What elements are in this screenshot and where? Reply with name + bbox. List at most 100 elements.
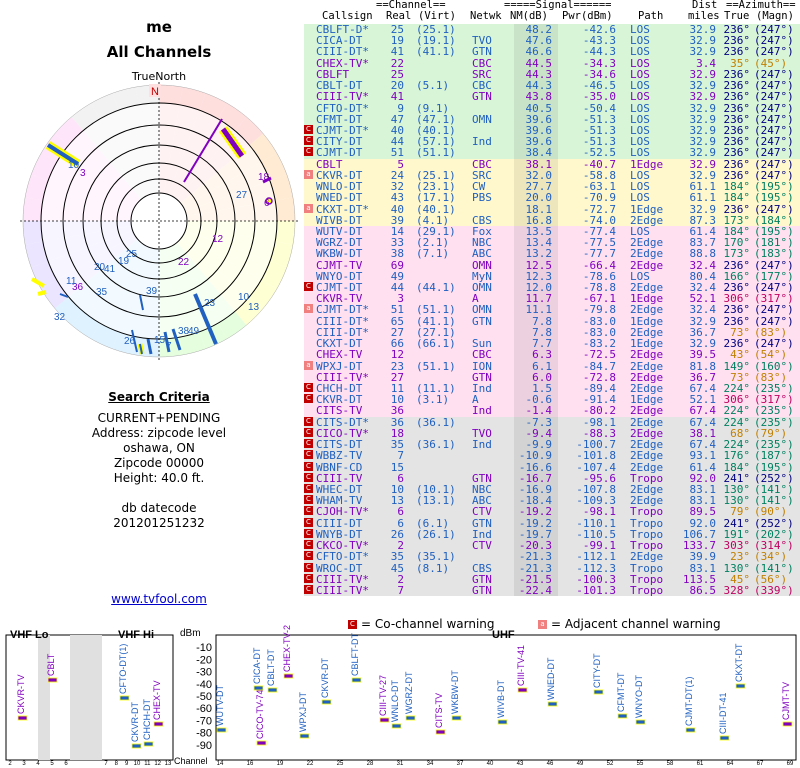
table-row[interactable]: C WHAM-TV 13 (13.1) ABC -18.4 -109.3 2Edge 83.1 1… <box>304 495 800 506</box>
station-label: 18 <box>258 172 270 183</box>
spectrum-marker <box>119 695 130 701</box>
y-tick-label: -90 <box>196 740 212 752</box>
cell-pwr: -52.5 <box>582 146 616 160</box>
north-marker: N <box>151 86 159 98</box>
cell-az: 176° <box>723 449 751 463</box>
cell-path: LOS <box>630 90 650 104</box>
cell-pwr: -44.3 <box>582 45 616 59</box>
cell-net: Ind <box>472 135 492 149</box>
cell-dist: 88.8 <box>689 247 717 261</box>
cell-net: CTV <box>472 505 492 519</box>
col-real: Real <box>386 10 412 22</box>
table-row[interactable]: C CIII-TV* 7 GTN -22.4 -101.3 Tropo 86.5 328° (33… <box>304 585 800 596</box>
criteria-city: oshawa, ON <box>123 441 195 455</box>
spectrum-marker <box>405 715 416 721</box>
cell-net: CTV <box>472 539 492 553</box>
cell-real: 12 <box>390 348 404 362</box>
table-row[interactable]: CIII-DT* 41 (41.1) GTN 46.6 -44.3 LOS 32.9 236°(… <box>304 45 800 59</box>
station-label: 35 <box>96 287 108 298</box>
col-path: Path <box>638 10 664 22</box>
db-datecode-value: 201201251232 <box>113 516 205 530</box>
table-row[interactable]: CIII-TV* 41 GTN 43.8 -35.0 LOS 32.9 236° (247°) <box>304 90 800 104</box>
table-row[interactable]: CITS-TV 36 Ind -1.4 -80.2 2Edge 67.4 224° (235°) <box>304 404 800 418</box>
x-tick-label: 43 <box>517 761 524 767</box>
cell-pwr: -98.1 <box>582 505 616 519</box>
cell-nm: 6.3 <box>532 348 552 362</box>
co-channel-warning-icon: C <box>304 394 313 404</box>
spectrum-marker <box>735 683 746 689</box>
co-channel-warning-icon: C <box>304 540 313 550</box>
cell-mag: (54°) <box>754 348 788 362</box>
cell-path: 2Edge <box>630 247 664 261</box>
cell-nm: -10.9 <box>518 449 552 463</box>
table-header-2: Callsign Real (Virt) Netwk NM(dB) Pwr(dB… <box>304 11 800 22</box>
co-channel-warning-icon: C <box>304 147 313 157</box>
criteria-address: Address: zipcode level <box>91 426 227 440</box>
y-tick-label: -10 <box>196 642 212 654</box>
col-true: True <box>724 10 750 22</box>
cell-virt: (3.1) <box>416 393 450 407</box>
cell-pwr: -80.2 <box>582 404 616 418</box>
table-row[interactable]: C WBBZ-TV 7 -10.9 -101.8 2Edge 93.1 176° (187°) <box>304 449 800 463</box>
table-row[interactable]: CKXT-DT 66 (66.1) Sun 7.7 -83.2 1Edge 32.9 236°(… <box>304 338 800 349</box>
spectrum-marker <box>617 713 628 719</box>
spectrum-marker <box>253 685 264 691</box>
spectrum-station-label: WUTV-DT <box>215 685 225 726</box>
col-magn: (Magn) <box>756 10 794 22</box>
cell-mag: (235°) <box>754 404 794 418</box>
cell-call: CIII-DT* <box>316 45 369 59</box>
spectrum-marker <box>267 687 278 693</box>
cell-mag: (90°) <box>754 505 788 519</box>
x-tick-label: 52 <box>607 761 614 767</box>
table-row[interactable]: CHEX-TV 12 CBC 6.3 -72.5 2Edge 39.5 43° (54°) <box>304 348 800 362</box>
cell-mag: (187°) <box>754 449 794 463</box>
cell-az: 236° <box>723 303 751 317</box>
x-tick-label: 31 <box>397 761 404 767</box>
spectrum-marker <box>497 719 508 725</box>
cell-real: 36 <box>390 404 404 418</box>
cell-dist: 61.1 <box>689 191 717 205</box>
cell-call: CHEX-TV <box>316 348 363 362</box>
spectrum-station-label: CKVR-TV <box>16 674 26 714</box>
tvfool-link[interactable]: www.tvfool.com <box>0 592 318 606</box>
station-label: 25 <box>126 249 138 260</box>
cell-dist: 86.5 <box>689 583 717 597</box>
table-row[interactable]: C CFTO-DT* 35 (35.1) -21.3 -112.1 2Edge 39.9 23°… <box>304 550 800 564</box>
y-tick-label: -30 <box>196 667 212 679</box>
x-tick-label: 2 <box>8 761 12 767</box>
table-row[interactable]: C WROC-DT 45 (8.1) CBS -21.3 -112.3 Tropo 83.1 13… <box>304 562 800 574</box>
cell-nm: -21.3 <box>518 550 552 564</box>
table-row[interactable]: C CITS-DT* 36 (36.1) -7.3 -98.1 2Edge 67.4 224°(… <box>304 416 800 428</box>
cell-nm: -19.2 <box>518 505 552 519</box>
cell-dist: 32.9 <box>689 45 717 59</box>
table-row[interactable]: WNED-DT 43 (17.1) PBS 20.0 -70.9 LOS 61.1 184° (1… <box>304 191 800 205</box>
table-row[interactable]: CIII-DT* 65 (41.1) GTN 7.8 -83.0 1Edge 32.9 236°… <box>304 315 800 327</box>
spectrum-marker <box>351 677 362 683</box>
station-label: 15 <box>154 335 166 346</box>
co-channel-warning-icon: C <box>304 461 313 471</box>
col-callsign: Callsign <box>322 10 373 22</box>
cell-path: 2Edge <box>630 303 664 317</box>
table-row[interactable]: C CKCO-TV* 2 CTV -20.3 -99.1 Tropo 133.7 303° (31… <box>304 540 800 551</box>
cell-mag: (247°) <box>754 45 794 59</box>
x-tick-label: 10 <box>134 761 141 767</box>
co-channel-warning-icon: C <box>304 124 313 134</box>
x-tick-label: 61 <box>697 761 704 767</box>
x-tick-label: 8 <box>115 761 119 767</box>
cell-real: 51 <box>390 146 404 160</box>
table-row[interactable]: a CJMT-DT* 51 (51.1) OMN 11.1 -79.8 2Edge 32.4 23… <box>304 303 800 317</box>
x-tick-label: 37 <box>457 761 464 767</box>
cell-dist: 89.5 <box>689 505 717 519</box>
table-row[interactable]: C CJOH-TV* 6 CTV -19.2 -98.1 Tropo 89.5 79° (90°) <box>304 505 800 519</box>
col-virt: (Virt) <box>418 10 456 22</box>
co-channel-warning-icon: C <box>304 551 313 561</box>
cell-call: CITS-TV <box>316 404 363 418</box>
spectrum-station-label: CKXT-DT <box>734 643 744 682</box>
cell-pwr: -77.7 <box>582 247 616 261</box>
table-row[interactable]: WKBW-DT 38 (7.1) ABC 13.2 -77.7 2Edge 88.8 173°(… <box>304 247 800 261</box>
table-row[interactable]: C CJMT-DT 51 (51.1) 38.4 -52.5 LOS 32.9 236° (247… <box>304 146 800 160</box>
spectrum-station-label: CJMT-DT(1) <box>684 677 694 727</box>
adjacent-warning-icon: a <box>304 360 313 370</box>
x-tick-label: 69 <box>787 761 794 767</box>
table-row[interactable]: a WPXJ-DT 23 (51.1) ION 6.1 -84.7 2Edge 81.8 149°… <box>304 360 800 372</box>
